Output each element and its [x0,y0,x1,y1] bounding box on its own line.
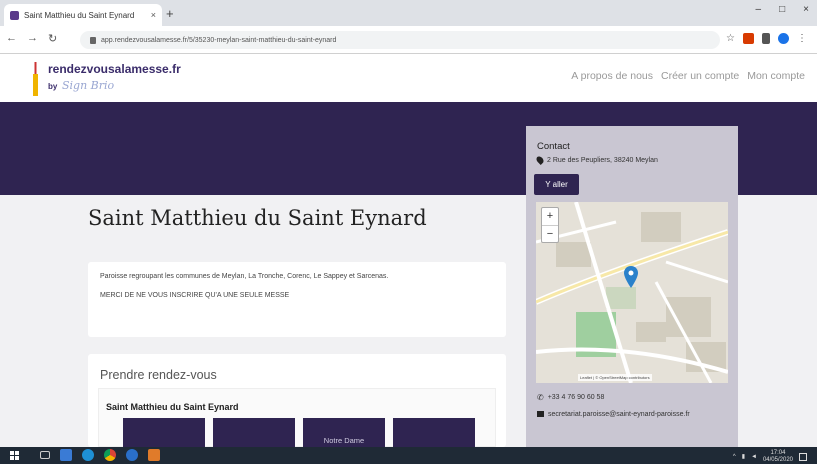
map-attribution[interactable]: Leaflet | © OpenStreetMap contributors [578,374,652,381]
edge-icon[interactable] [82,449,94,461]
logo-signature: Sign Brio [62,79,115,92]
site-favicon-icon [10,10,19,20]
envelope-icon [537,411,544,417]
extension-office-icon[interactable] [742,33,754,44]
back-arrow-icon[interactable]: ← [6,32,17,45]
contact-phone: ✆ +33 4 76 90 60 58 [537,393,604,402]
extension-icons: ☆ ⋮ [726,33,807,44]
system-tray: ^ ▮ ◄ 17:04 04/05/2020 [733,450,807,463]
mass-slot-button[interactable] [393,418,475,447]
booking-title: Prendre rendez-vous [100,368,217,382]
action-center-icon[interactable] [799,452,807,461]
close-window-button[interactable]: × [803,4,809,15]
network-icon[interactable]: ▮ [742,453,745,460]
close-tab-icon[interactable]: × [151,10,156,20]
profile-avatar-icon[interactable] [777,33,789,44]
volume-icon[interactable]: ◄ [751,454,757,460]
address-text: 2 Rue des Peupliers, 38240 Meylan [547,156,658,164]
lock-icon [90,36,96,44]
contact-address: 2 Rue des Peupliers, 38240 Meylan [535,155,658,165]
church-description: Paroisse regroupant les communes de Meyl… [100,273,389,280]
ie-icon[interactable] [126,449,138,461]
forward-arrow-icon[interactable]: → [27,32,38,45]
notification-chevron-icon[interactable]: ^ [733,454,736,460]
go-there-button[interactable]: Y aller [534,174,579,195]
clock-date: 04/05/2020 [762,456,793,463]
map-zoom-control: + − [541,207,559,243]
chrome-icon[interactable] [104,449,116,461]
windows-start-icon[interactable] [10,451,19,460]
browser-nav: ← → ↻ [6,32,57,45]
new-tab-button[interactable]: + [166,6,174,21]
site-logo-text[interactable]: rendezvousalamesse.fr [48,62,181,76]
phone-icon: ✆ [537,393,544,402]
description-card: Paroisse regroupant les communes de Meyl… [88,262,506,337]
mass-slot-button[interactable]: Notre Dame [303,418,385,447]
app-icon[interactable] [148,449,160,461]
task-view-icon[interactable] [40,451,50,459]
nav-link-about[interactable]: A propos de nous [571,70,653,82]
phone-text[interactable]: +33 4 76 90 60 58 [548,394,605,401]
window-controls: – □ × [756,4,809,15]
nav-link-create-account[interactable]: Créer un compte [661,70,739,82]
zoom-in-button[interactable]: + [542,208,558,226]
taskbar-clock[interactable]: 17:04 04/05/2020 [763,450,793,463]
main-nav: A propos de nous Créer un compte Mon com… [571,70,805,82]
taskbar-apps [40,449,160,461]
church-notice: MERCI DE NE VOUS INSCRIRE QU'A UNE SEULE… [100,292,290,300]
reload-icon[interactable]: ↻ [48,32,57,45]
clock-time: 17:04 [770,450,786,456]
extension-flag-icon[interactable] [761,33,770,44]
contact-title: Contact [537,141,570,152]
map[interactable] [536,202,728,383]
mass-slot-button[interactable] [123,418,205,447]
logo-by: by [48,82,58,91]
page-title: Saint Matthieu du Saint Eynard [88,206,427,230]
menu-dots-icon[interactable]: ⋮ [797,33,807,44]
nav-link-my-account[interactable]: Mon compte [747,70,805,82]
email-text[interactable]: secretariat.paroisse@saint-eynard-parois… [548,410,690,419]
maximize-button[interactable]: □ [779,4,785,15]
wine-bottle-icon [33,62,38,96]
booking-parish: Saint Matthieu du Saint Eynard [106,402,239,412]
location-pin-icon [535,155,545,165]
tab-title: Saint Matthieu du Saint Eynard [24,10,135,20]
store-icon[interactable] [60,449,72,461]
map-canvas [536,202,728,383]
zoom-out-button[interactable]: − [542,226,558,243]
star-icon[interactable]: ☆ [726,33,735,44]
url-text: app.rendezvousalamesse.fr/5/35230-meylan… [101,36,337,44]
minimize-button[interactable]: – [756,4,762,15]
browser-tab[interactable]: Saint Matthieu du Saint Eynard × [4,4,162,26]
url-input[interactable]: app.rendezvousalamesse.fr/5/35230-meylan… [80,31,720,49]
mass-slot-button[interactable] [213,418,295,447]
map-marker-icon[interactable] [624,266,638,288]
contact-email: secretariat.paroisse@saint-eynard-parois… [537,410,717,419]
